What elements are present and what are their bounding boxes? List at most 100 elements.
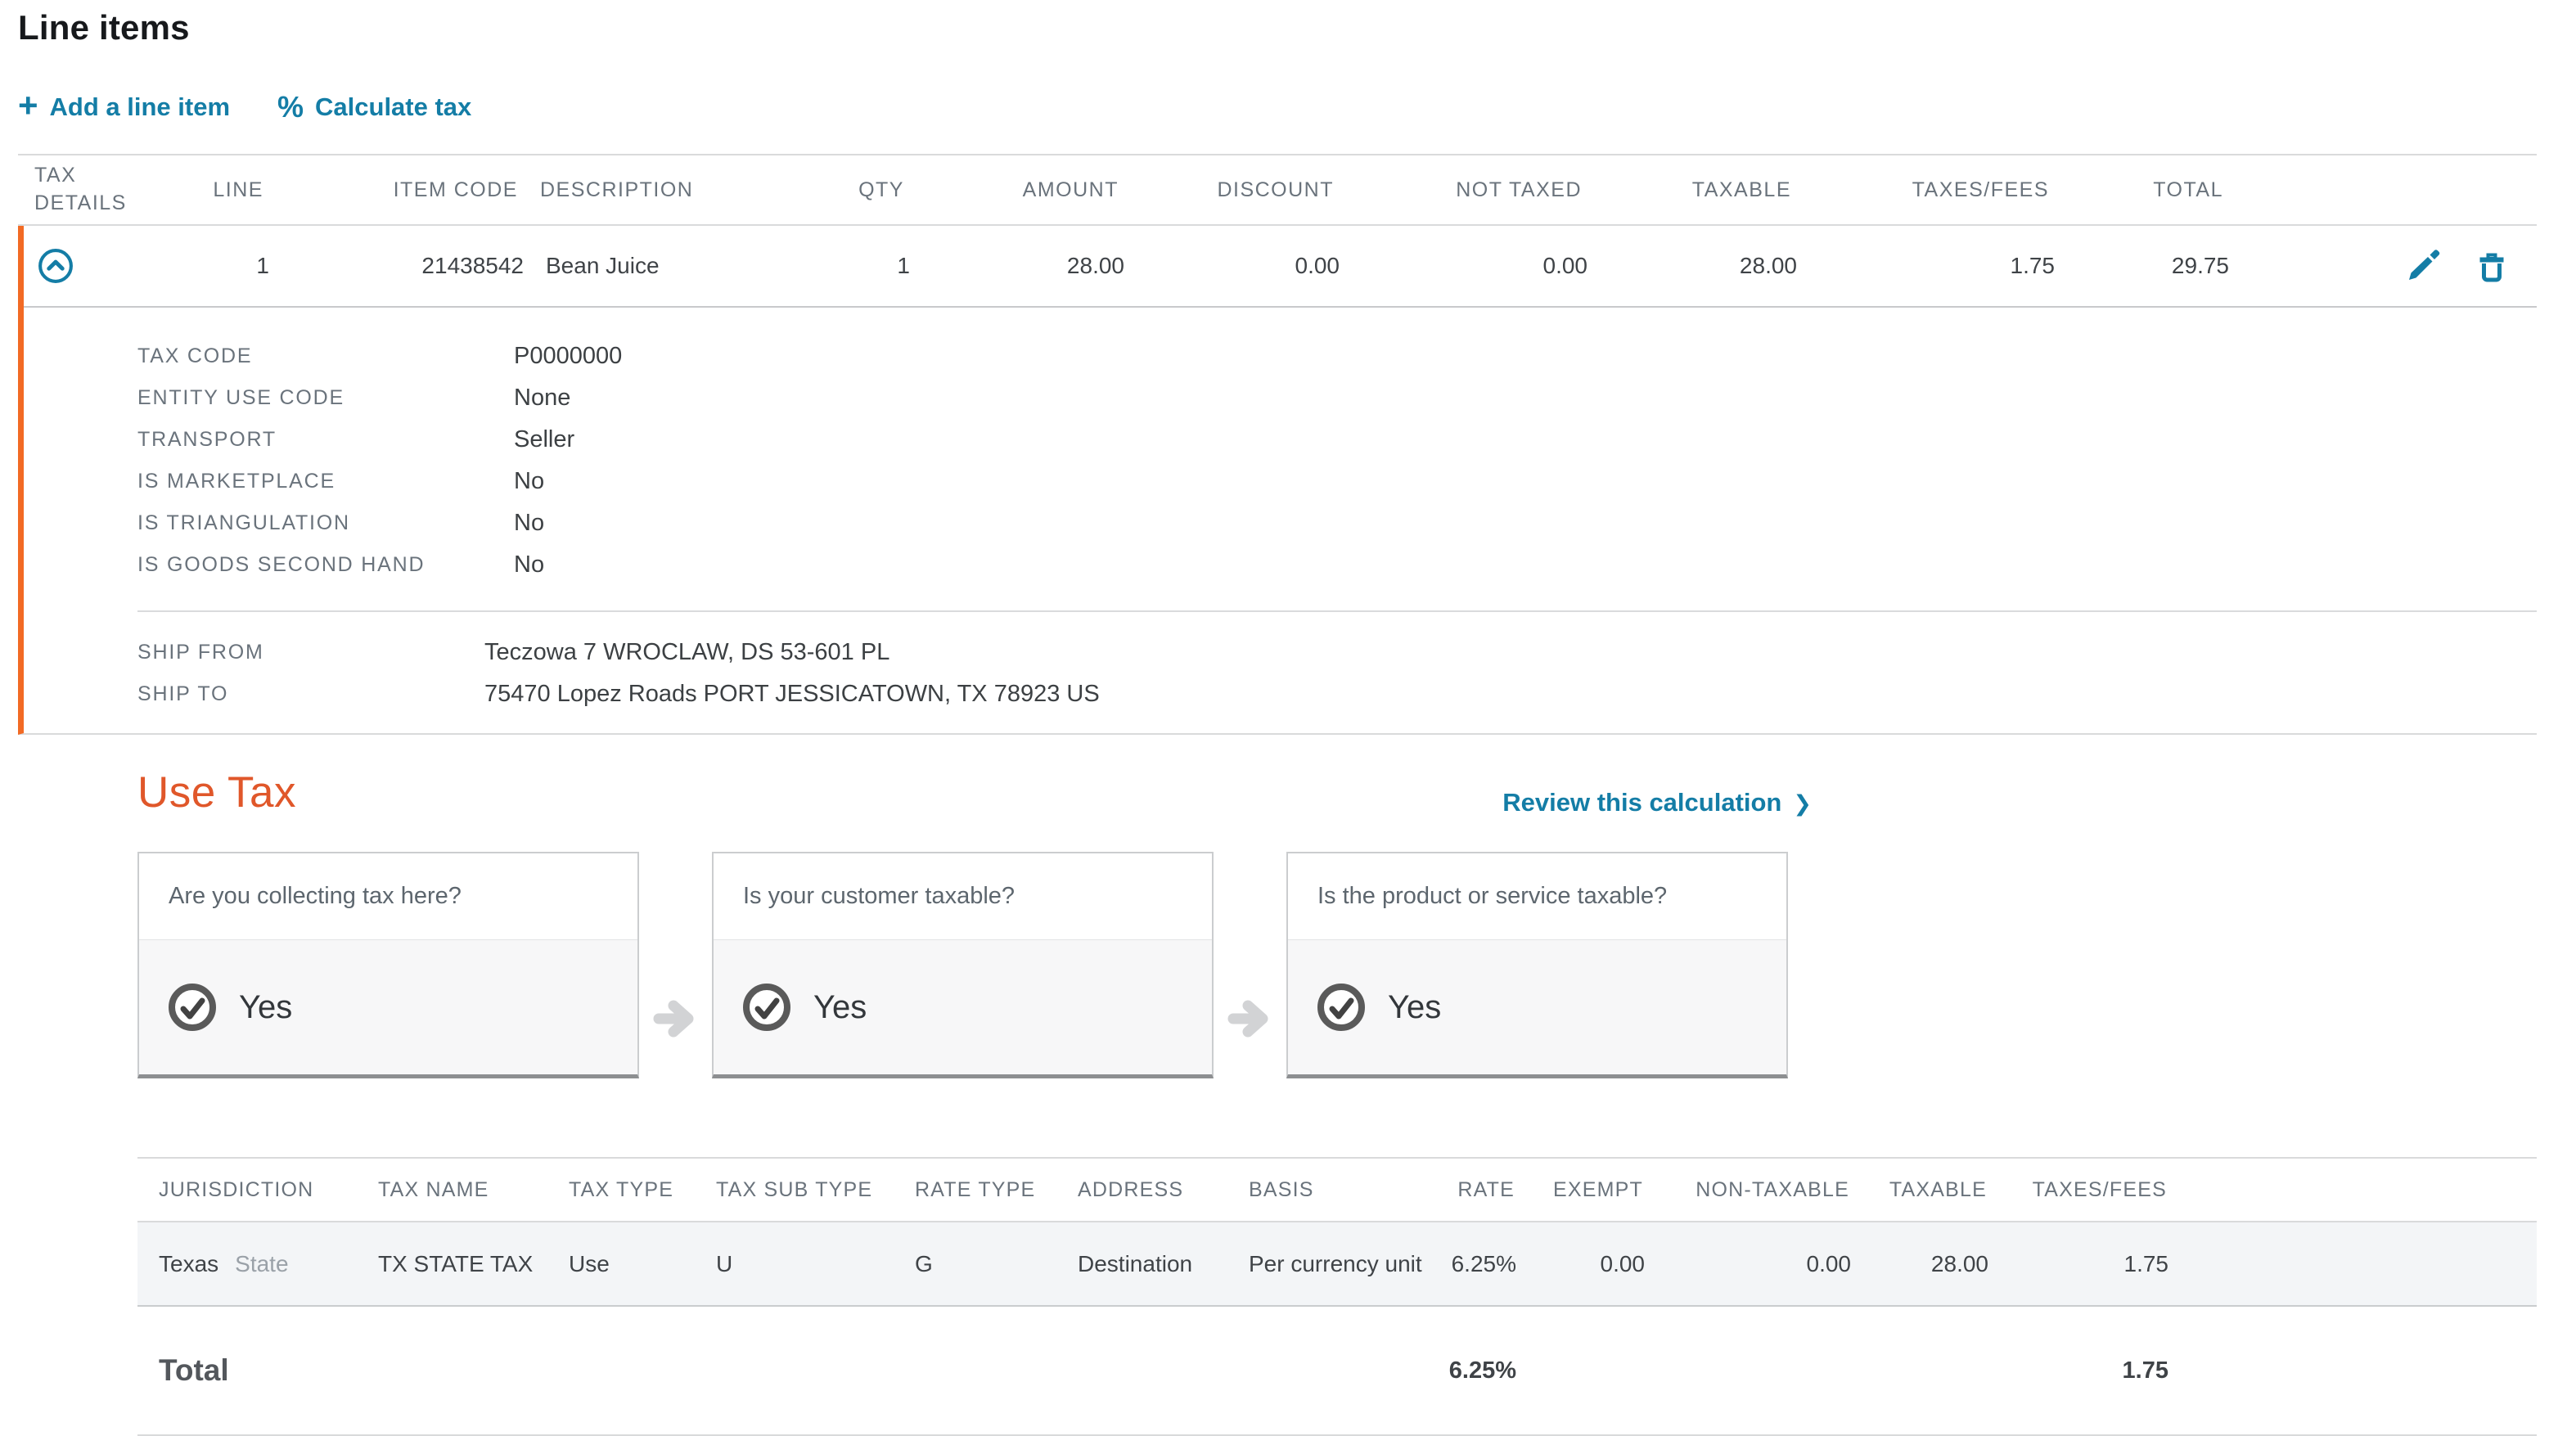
col-header-exempt: EXEMPT [1516,1178,1645,1202]
ship-value: Teczowa 7 WROCLAW, DS 53-601 PL [484,632,2537,673]
calculate-tax-button[interactable]: % Calculate tax [277,92,471,122]
col-header-item-code: ITEM CODE [272,172,526,209]
line-item-expanded-group: 1 21438542 Bean Juice 1 28.00 0.00 0.00 … [18,226,2537,735]
cell-tax-name: TX STATE TAX [357,1251,547,1277]
detail-value: No [514,502,2537,544]
row-actions [2237,247,2537,285]
detail-label: TAX CODE [137,335,514,377]
edit-line-item-button[interactable] [2404,247,2442,285]
detail-value: Seller [514,419,2537,461]
card-answer-label: Yes [1388,989,1441,1026]
total-rate: 6.25% [1440,1357,1516,1384]
cell-rate-type: G [894,1251,1056,1277]
col-header-amount: AMOUNT [912,172,1127,209]
tax-attributes: TAX CODE P0000000 ENTITY USE CODE None T… [137,335,2537,586]
cell-item-code: 21438542 [277,253,532,279]
col-header-description: DESCRIPTION [526,172,772,209]
use-tax-header: Use Tax Review this calculation ❯ [137,768,1812,817]
card-gap [1214,852,1286,1078]
col-header-jurisdiction: JURISDICTION [137,1178,357,1202]
use-tax-title: Use Tax [137,768,296,817]
cell-amount: 28.00 [918,253,1133,279]
arrow-right-icon [1227,995,1274,1042]
detail-label: TRANSPORT [137,419,514,461]
jurisdiction-header-row: JURISDICTION TAX NAME TAX TYPE TAX SUB T… [137,1157,2537,1222]
jurisdiction-level: State [235,1251,288,1276]
delete-line-item-button[interactable] [2473,247,2511,285]
jurisdiction-table: JURISDICTION TAX NAME TAX TYPE TAX SUB T… [137,1157,2537,1436]
cell-taxes-fees: 1.75 [1805,253,2063,279]
col-header-tax-type: TAX TYPE [547,1178,695,1202]
toolbar: + Add a line item % Calculate tax [18,90,2537,124]
plus-icon: + [18,88,38,123]
col-header-total: TOTAL [2057,172,2231,209]
add-line-item-label: Add a line item [50,92,230,122]
card-answer: Yes [139,939,637,1074]
detail-label: IS TRIANGULATION [137,502,514,544]
jurisdiction-name: Texas [159,1251,218,1276]
card-question: Are you collecting tax here? [139,853,637,939]
col-header-rate-type: RATE TYPE [894,1178,1056,1202]
cell-non-taxable: 0.00 [1645,1251,1851,1277]
col-header-qty: QTY [772,172,912,209]
card-question: Is your customer taxable? [714,853,1212,939]
card-answer-label: Yes [813,989,867,1026]
col-header-taxable: TAXABLE [1590,172,1799,209]
col-header-basis: BASIS [1227,1178,1440,1202]
shipping-addresses: SHIP FROM Teczowa 7 WROCLAW, DS 53-601 P… [137,632,2537,715]
cell-tax-sub-type: U [695,1251,894,1277]
cell-total: 29.75 [2063,253,2237,279]
col-header-actions [2231,183,2537,196]
trash-icon [2473,247,2511,285]
arrow-right-icon [652,995,700,1042]
cell-discount: 0.00 [1133,253,1348,279]
calculate-tax-label: Calculate tax [315,92,471,122]
collapse-row-button[interactable] [24,247,146,285]
col-header-tax-details: TAX DETAILS [18,155,141,224]
line-items-table: TAX DETAILS LINE ITEM CODE DESCRIPTION Q… [18,154,2537,735]
use-tax-cards: Are you collecting tax here? Yes [137,852,1812,1078]
cell-taxable: 28.00 [1851,1251,1988,1277]
line-item-row: 1 21438542 Bean Juice 1 28.00 0.00 0.00 … [24,226,2537,308]
cell-taxable: 28.00 [1596,253,1805,279]
card-answer: Yes [1288,939,1786,1074]
col-header-taxes-fees: TAXES/FEES [1988,1178,2168,1202]
card-customer-taxable: Is your customer taxable? Yes [712,852,1214,1078]
detail-value: No [514,544,2537,586]
cell-line: 1 [146,253,277,279]
cell-rate: 6.25% [1440,1251,1516,1277]
chevron-right-icon: ❯ [1793,791,1812,817]
col-header-taxes-fees: TAXES/FEES [1799,172,2057,209]
col-header-taxable: TAXABLE [1851,1178,1988,1202]
col-header-discount: DISCOUNT [1127,172,1342,209]
jurisdiction-row: TexasState TX STATE TAX Use U G Destinat… [137,1222,2537,1307]
page-title: Line items [18,8,2537,47]
col-header-tax-sub-type: TAX SUB TYPE [695,1178,894,1202]
card-collecting-tax: Are you collecting tax here? Yes [137,852,639,1078]
cell-description: Bean Juice [532,253,777,279]
cell-tax-type: Use [547,1251,695,1277]
use-tax-section: Use Tax Review this calculation ❯ Are yo… [137,768,1812,1078]
percent-icon: % [277,92,304,122]
ship-value: 75470 Lopez Roads PORT JESSICATOWN, TX 7… [484,673,2537,715]
card-gap [639,852,712,1078]
chevron-up-circle-icon [37,247,74,285]
detail-label: ENTITY USE CODE [137,377,514,419]
card-product-taxable: Is the product or service taxable? Yes [1286,852,1788,1078]
col-header-line: LINE [141,172,272,209]
check-circle-icon [1316,982,1367,1033]
card-question: Is the product or service taxable? [1288,853,1786,939]
line-items-page: Line items + Add a line item % Calculate… [0,0,2576,1436]
detail-label: IS MARKETPLACE [137,461,514,502]
card-answer-label: Yes [239,989,292,1026]
cell-not-taxed: 0.00 [1348,253,1596,279]
review-calculation-link[interactable]: Review this calculation ❯ [1502,788,1812,817]
detail-value: No [514,461,2537,502]
cell-exempt: 0.00 [1516,1251,1645,1277]
add-line-item-button[interactable]: + Add a line item [18,90,230,124]
ship-label: SHIP TO [137,673,484,715]
cell-qty: 1 [777,253,918,279]
col-header-not-taxed: NOT TAXED [1342,172,1590,209]
details-divider [137,610,2537,612]
check-circle-icon [167,982,218,1033]
